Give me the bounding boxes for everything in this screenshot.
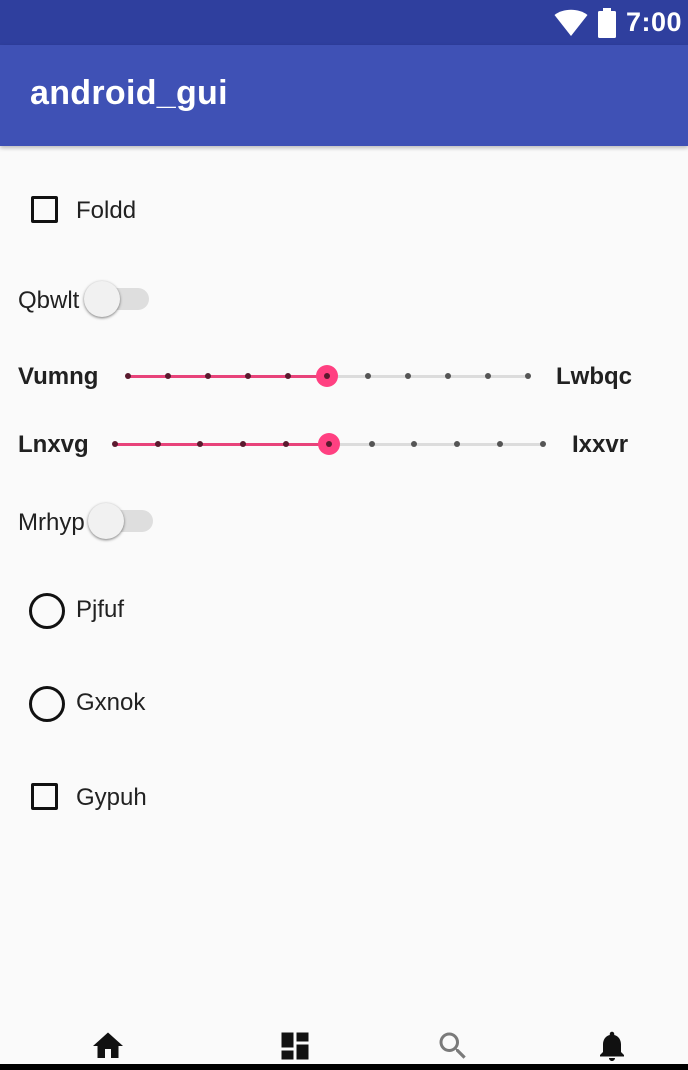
slider-2-tick xyxy=(283,441,289,447)
slider-2-tick xyxy=(197,441,203,447)
slider-1-active-track xyxy=(128,375,327,378)
slider-2-active-track xyxy=(115,443,329,446)
slider-2-tick xyxy=(112,441,118,447)
radio-pjfuf-row[interactable]: Pjfuf xyxy=(0,585,688,635)
checkbox-foldd-label: Foldd xyxy=(76,197,137,224)
slider-1-left-label: Vumng xyxy=(18,363,99,390)
slider-2-tick xyxy=(155,441,161,447)
checkbox-gypuh-label: Gypuh xyxy=(76,784,147,811)
radio-pjfuf[interactable] xyxy=(29,593,65,629)
slider-2-left-label: Lnxvg xyxy=(18,431,89,458)
slider-1-tick xyxy=(285,373,291,379)
battery-icon xyxy=(597,7,616,38)
slider-1-tick xyxy=(365,373,371,379)
switch-qbwlt-thumb[interactable] xyxy=(84,281,120,317)
slider-2-tick xyxy=(540,441,546,447)
wifi-icon xyxy=(554,9,588,36)
slider-1-tick xyxy=(485,373,491,379)
switch-mrhyp-thumb[interactable] xyxy=(88,503,124,539)
slider-1-tick xyxy=(165,373,171,379)
radio-gxnok[interactable] xyxy=(29,686,65,722)
slider-2-tick xyxy=(240,441,246,447)
slider-1-tick xyxy=(445,373,451,379)
system-nav-bar-edge xyxy=(0,1064,688,1070)
slider-2-row: Lnxvg Ixxvr xyxy=(0,424,688,464)
slider-2-right-label: Ixxvr xyxy=(572,431,629,458)
checkbox-gypuh-row[interactable]: Gypuh xyxy=(0,773,688,823)
status-bar: 7:00 xyxy=(0,0,688,45)
checkbox-foldd-row[interactable]: Foldd xyxy=(0,186,688,236)
checkbox-gypuh[interactable] xyxy=(31,783,58,810)
home-icon[interactable] xyxy=(90,1028,126,1064)
checkbox-foldd[interactable] xyxy=(31,196,58,223)
slider-2-tick xyxy=(497,441,503,447)
app-title: android_gui xyxy=(30,74,228,112)
slider-2-tick xyxy=(369,441,375,447)
slider-1-tick xyxy=(205,373,211,379)
slider-1-tick xyxy=(525,373,531,379)
status-time: 7:00 xyxy=(625,7,682,37)
switch-qbwlt-row[interactable]: Qbwlt xyxy=(0,276,688,326)
slider-1-row: Vumng Lwbqc xyxy=(0,356,688,396)
radio-gxnok-row[interactable]: Gxnok xyxy=(0,679,688,729)
slider-1-tick xyxy=(405,373,411,379)
slider-2-thumb[interactable] xyxy=(318,433,340,455)
slider-1-tick xyxy=(245,373,251,379)
notifications-icon[interactable] xyxy=(594,1028,630,1064)
bottom-navigation xyxy=(0,1014,688,1070)
slider-2-tick xyxy=(454,441,460,447)
status-icons: 7:00 xyxy=(554,0,682,45)
switch-mrhyp-row[interactable]: Mrhyp xyxy=(0,497,688,547)
dashboard-icon[interactable] xyxy=(277,1028,313,1064)
radio-gxnok-label: Gxnok xyxy=(76,689,146,716)
slider-2-tick xyxy=(411,441,417,447)
radio-pjfuf-label: Pjfuf xyxy=(76,596,125,623)
app-bar: android_gui xyxy=(0,45,688,146)
slider-1-tick xyxy=(125,373,131,379)
switch-qbwlt-label: Qbwlt xyxy=(18,287,80,314)
slider-1-right-label: Lwbqc xyxy=(556,363,632,390)
switch-mrhyp-label: Mrhyp xyxy=(18,509,85,536)
search-icon[interactable] xyxy=(435,1028,471,1064)
slider-1-thumb[interactable] xyxy=(316,365,338,387)
